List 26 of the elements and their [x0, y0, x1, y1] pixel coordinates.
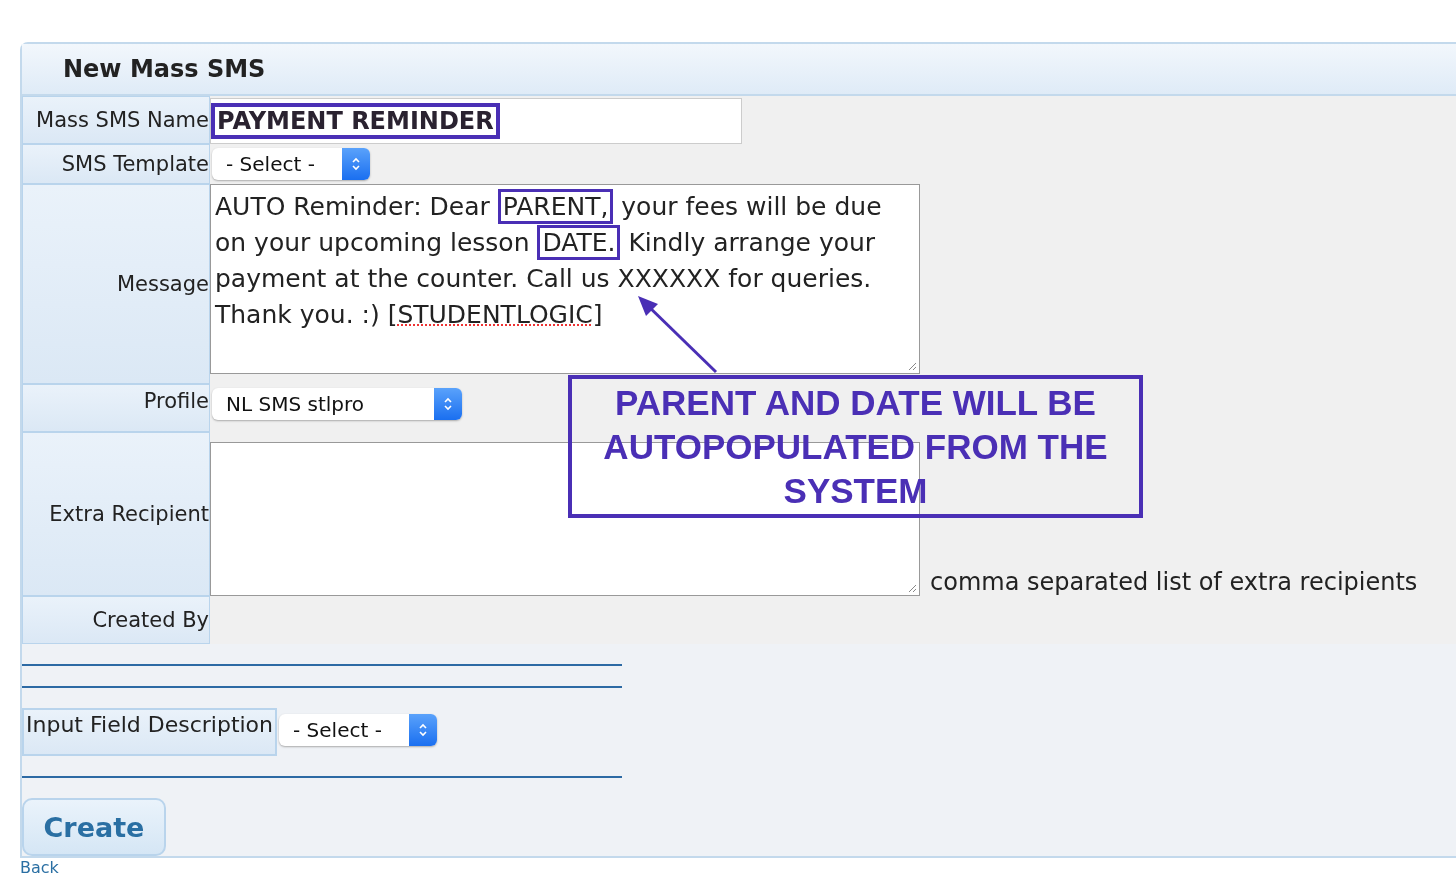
select-dropdown[interactable]: - Select -	[212, 148, 370, 180]
updown-arrows-icon	[443, 396, 453, 412]
select-dropdown[interactable]: NL SMS stlpro	[212, 388, 462, 420]
field-label: Extra Recipient	[22, 432, 210, 596]
field-label: Profile	[22, 384, 210, 432]
text-field[interactable]: PAYMENT REMINDER	[210, 98, 742, 144]
message-field[interactable]: AUTO Reminder: Dear PARENT, your fees will be due on your upcoming lesson DATE. Kindly arrange your payment at the counter. Call us XXXXXX for queries. Thank you. :) [STUDENTLOGIC]	[210, 184, 920, 374]
field-label: Input Field Description	[22, 708, 278, 756]
back-link[interactable]: Back	[20, 859, 59, 877]
create-button[interactable]: Create	[22, 798, 166, 856]
field-label: Mass SMS Name	[22, 96, 210, 144]
field-label: Message	[22, 184, 210, 384]
field-label: SMS Template	[22, 144, 210, 184]
misspelled-word: STUDENTLOGIC	[397, 300, 593, 329]
resize-grip-icon[interactable]	[907, 361, 917, 371]
updown-arrows-icon	[351, 156, 361, 172]
panel-title: New Mass SMS	[63, 55, 266, 83]
select-dropdown[interactable]: - Select -	[279, 714, 438, 746]
highlight-box: DATE.	[537, 225, 621, 260]
highlight-box: PARENT,	[497, 189, 614, 224]
resize-grip-icon[interactable]	[907, 583, 917, 593]
field-label: Created By	[22, 596, 210, 644]
callout-text: PARENT AND DATE WILL BE AUTOPOPULATED FROM THE SYSTEM	[602, 381, 1109, 512]
updown-arrows-icon	[418, 722, 429, 738]
hint-text: comma separated list of extra recipients	[929, 568, 1418, 596]
highlight-box: PAYMENT REMINDER	[211, 103, 500, 139]
